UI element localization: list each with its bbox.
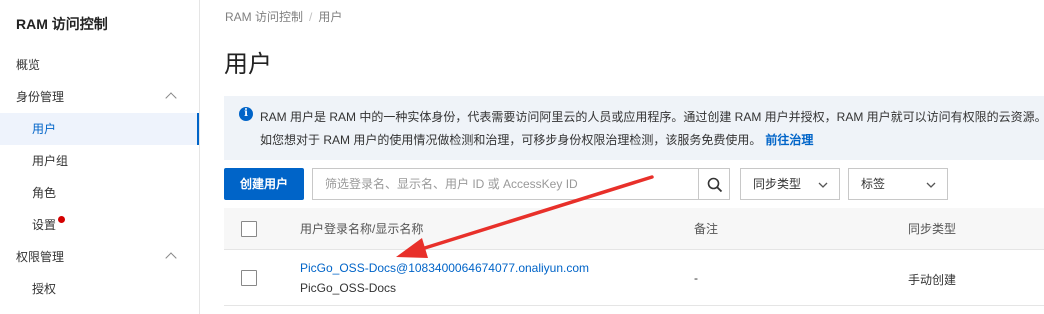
breadcrumb-current: 用户 [318, 10, 343, 24]
sidebar-group-label: 权限管理 [16, 250, 65, 264]
chevron-up-icon [165, 92, 177, 104]
sidebar-group-label: 身份管理 [16, 90, 65, 104]
search-box [312, 168, 699, 200]
search-input[interactable] [313, 169, 698, 199]
user-sync-type: 手动创建 [908, 273, 957, 287]
breadcrumb-root[interactable]: RAM 访问控制 [225, 10, 303, 24]
sidebar-item-label: 设置 [32, 218, 57, 232]
table-header: 用户登录名称/显示名称 备注 同步类型 [224, 208, 1044, 250]
page-title: 用户 [224, 51, 272, 78]
notice-line-2: 如您想对于 RAM 用户的使用情况做检测和治理，可移步身份权限治理检测，该服务免… [260, 133, 762, 147]
sidebar-item-grants[interactable]: 授权 [0, 273, 199, 305]
search-icon [707, 177, 723, 193]
user-display-name: PicGo_OSS-Docs [300, 281, 397, 295]
sidebar-item-settings[interactable]: 设置 [0, 209, 199, 241]
tag-select[interactable]: 标签 [848, 168, 948, 200]
column-header-remark: 备注 [694, 222, 719, 236]
search-button[interactable] [698, 168, 730, 200]
sidebar-item-label: 授权 [32, 282, 57, 296]
user-login-name-link[interactable]: PicGo_OSS-Docs@1083400064674077.onaliyun… [300, 261, 589, 275]
info-notice: i RAM 用户是 RAM 中的一种实体身份，代表需要访问阿里云的人员或应用程序… [224, 96, 1044, 160]
sidebar-item-overview[interactable]: 概览 [0, 49, 199, 81]
row-checkbox[interactable] [241, 270, 257, 286]
column-header-sync-type: 同步类型 [908, 222, 957, 236]
sidebar: RAM 访问控制 概览 身份管理 用户 用户组 角色 设置 权限管理 授权 [0, 0, 200, 314]
breadcrumb: RAM 访问控制 / 用户 [225, 8, 342, 25]
column-header-name: 用户登录名称/显示名称 [300, 222, 424, 236]
sidebar-group-permissions[interactable]: 权限管理 [0, 241, 199, 273]
notification-dot [58, 216, 66, 223]
sidebar-item-roles[interactable]: 角色 [0, 177, 199, 209]
sidebar-item-label: 用户 [32, 122, 57, 136]
select-all-checkbox[interactable] [241, 221, 257, 237]
sync-type-select[interactable]: 同步类型 [740, 168, 840, 200]
chevron-down-icon [926, 182, 936, 188]
tag-select-label: 标签 [861, 177, 886, 191]
info-icon: i [239, 107, 253, 121]
breadcrumb-separator: / [309, 10, 313, 24]
sync-type-select-label: 同步类型 [753, 177, 802, 191]
sidebar-title: RAM 访问控制 [16, 16, 108, 32]
sidebar-item-users[interactable]: 用户 [0, 113, 199, 145]
create-user-button[interactable]: 创建用户 [224, 168, 304, 200]
notice-line-1: RAM 用户是 RAM 中的一种实体身份，代表需要访问阿里云的人员或应用程序。通… [260, 110, 1044, 124]
sidebar-item-label: 角色 [32, 186, 57, 200]
table-row: PicGo_OSS-Docs@1083400064674077.onaliyun… [224, 250, 1044, 306]
user-remark: - [694, 271, 698, 285]
sidebar-group-identity[interactable]: 身份管理 [0, 81, 199, 113]
governance-link[interactable]: 前往治理 [765, 133, 813, 147]
sidebar-item-label: 用户组 [32, 154, 69, 168]
sidebar-item-user-groups[interactable]: 用户组 [0, 145, 199, 177]
chevron-down-icon [818, 182, 828, 188]
sidebar-item-label: 概览 [16, 58, 41, 72]
chevron-up-icon [165, 252, 177, 264]
